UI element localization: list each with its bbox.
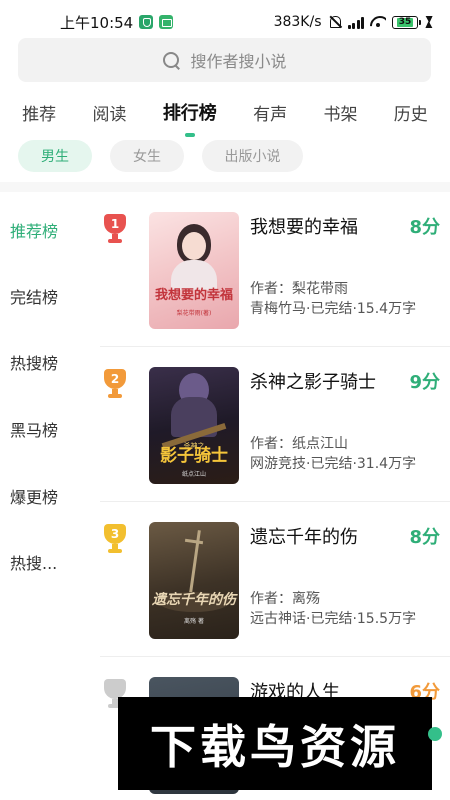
tab-recommend[interactable]: 推荐 [18, 100, 60, 125]
cover-author: 纸点江山 [181, 471, 206, 478]
book-cover[interactable]: 杀神之 影子骑士 纸点江山 [149, 367, 239, 484]
book-row[interactable]: 1 我想要的幸福 梨花带雨(著) 我想要的幸福 8分 作者：梨花带雨 青梅竹马·… [100, 192, 450, 347]
tab-history[interactable]: 历史 [390, 100, 432, 125]
battery-icon: 35 [392, 15, 421, 29]
ranking-sidebar: 推荐榜 完结榜 热搜榜 黑马榜 爆更榜 热搜... [0, 192, 82, 800]
rank-number: 1 [104, 214, 126, 234]
cover-title: 遗忘千年的伤 [152, 592, 236, 608]
watermark-banner: 下载鸟资源 [118, 697, 432, 790]
top-tabs: 推荐 阅读 排行榜 有声 书架 历史 [0, 92, 450, 132]
charging-icon [424, 16, 432, 28]
rank-2-trophy-icon: 2 [104, 369, 126, 399]
book-author: 作者：离殇 [250, 591, 320, 607]
tab-ranking[interactable]: 排行榜 [159, 99, 221, 125]
book-author: 作者：纸点江山 [250, 436, 348, 452]
search-icon [162, 51, 180, 69]
chip-male[interactable]: 男生 [18, 140, 92, 172]
shield-notification-icon [139, 15, 154, 29]
book-title[interactable]: 遗忘千年的伤 [250, 523, 358, 549]
tab-bookshelf[interactable]: 书架 [319, 100, 361, 125]
signal-icon [347, 16, 364, 29]
rank-number: 2 [104, 369, 126, 389]
sidebar-item-completed[interactable]: 完结榜 [10, 284, 76, 308]
book-score: 9分 [409, 372, 440, 393]
search-placeholder: 搜作者搜小说 [190, 52, 287, 71]
book-score: 8分 [409, 217, 440, 238]
cover-author: 离殇 著 [184, 618, 204, 625]
book-title[interactable]: 杀神之影子骑士 [250, 368, 376, 394]
category-chips: 男生 女生 出版小说 [18, 140, 303, 172]
battery-level: 35 [396, 16, 414, 27]
tab-audio[interactable]: 有声 [249, 100, 291, 125]
rank-3-trophy-icon: 3 [104, 524, 126, 554]
cover-author: 梨花带雨(著) [176, 310, 212, 317]
book-meta: 远古神话·已完结·15.5万字 [250, 611, 417, 627]
book-meta: 网游竞技·已完结·31.4万字 [250, 456, 417, 472]
chip-female[interactable]: 女生 [110, 140, 184, 172]
floating-dot [428, 727, 442, 741]
search-bar[interactable]: 搜作者搜小说 [18, 38, 431, 82]
status-time: 上午10:54 [60, 13, 134, 32]
sidebar-item-recommend[interactable]: 推荐榜 [10, 218, 76, 242]
mute-icon [328, 15, 342, 29]
network-speed: 383K/s [273, 14, 322, 30]
book-cover[interactable]: 我想要的幸福 梨花带雨(著) [149, 212, 239, 329]
cover-title: 我想要的幸福 [154, 288, 233, 303]
tab-read[interactable]: 阅读 [88, 100, 130, 125]
rank-number: 3 [104, 524, 126, 544]
cover-title: 影子骑士 [160, 446, 228, 466]
rank-1-trophy-icon: 1 [104, 214, 126, 244]
sidebar-item-hot-search[interactable]: 热搜榜 [10, 350, 76, 374]
book-title[interactable]: 我想要的幸福 [250, 213, 358, 239]
sidebar-item-dark-horse[interactable]: 黑马榜 [10, 417, 76, 441]
book-author: 作者：梨花带雨 [250, 281, 348, 297]
book-meta: 青梅竹马·已完结·15.4万字 [250, 301, 417, 317]
chip-published[interactable]: 出版小说 [202, 140, 303, 172]
book-cover[interactable]: 遗忘千年的伤 离殇 著 [149, 522, 239, 639]
app-notification-icon [159, 15, 174, 29]
section-divider [0, 182, 450, 192]
book-score: 8分 [409, 527, 440, 548]
sidebar-item-frequent-update[interactable]: 爆更榜 [10, 484, 76, 508]
wifi-icon [370, 16, 386, 28]
book-row[interactable]: 2 杀神之 影子骑士 纸点江山 杀神之影子骑士 9分 作者：纸点江山 网游竞技·… [100, 347, 450, 502]
sidebar-item-hot-search-2[interactable]: 热搜... [10, 550, 76, 574]
book-row[interactable]: 3 遗忘千年的伤 离殇 著 遗忘千年的伤 8分 作者：离殇 远古神话·已完结·1… [100, 502, 450, 657]
